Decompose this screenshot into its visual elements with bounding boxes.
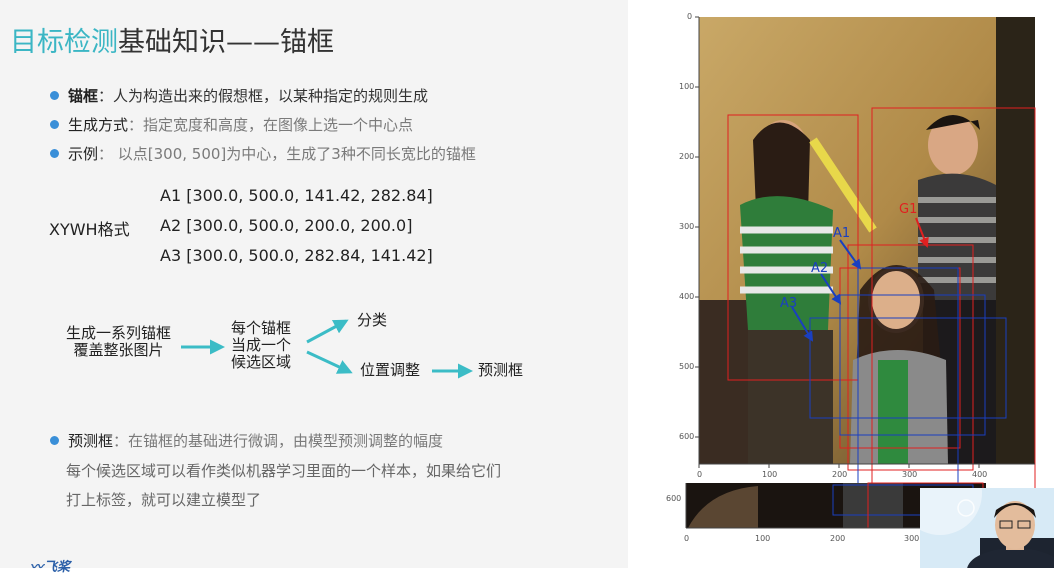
x-tick-label: 400 — [972, 470, 988, 479]
y-tick-label: 500 — [679, 362, 695, 371]
y-tick-label: 100 — [679, 82, 695, 91]
y-tick-label: 0 — [687, 12, 693, 21]
y-tick-label: 600 — [679, 432, 695, 441]
x-tick-label: 200 — [832, 470, 848, 479]
label-a1: A1 — [833, 226, 851, 241]
flow-arrow-up-icon — [306, 319, 349, 344]
presenter-avatar — [920, 488, 1054, 568]
bullet-key: 预测框 — [68, 432, 114, 450]
strip-x-tick-label: 200 — [830, 534, 846, 543]
y-tick-label: 400 — [679, 292, 695, 301]
y-tick-label: 300 — [679, 222, 695, 231]
strip-x-tick-label: 300 — [904, 534, 920, 543]
prediction-note-line2: 打上标签，就可以建立模型了 — [66, 491, 262, 509]
bullet-prediction-box: 预测框：在锚框的基础进行微调，由模型预测调整的幅度 — [50, 430, 443, 451]
x-tick-label: 0 — [697, 470, 703, 479]
slide-panel: 目标检测基础知识——锚框 锚框：人为构造出来的假想框，以某种指定的规则生成 生成… — [0, 0, 628, 575]
flow-arrows — [181, 319, 473, 379]
webcam-overlay — [920, 488, 1054, 568]
label-a3: A3 — [780, 296, 798, 311]
flow-arrow-down-icon — [306, 350, 353, 374]
x-tick-label: 300 — [902, 470, 918, 479]
bullet-dot-icon — [50, 436, 59, 445]
y-tick-label: 200 — [679, 152, 695, 161]
detection-figure: 0 100 200 300 400 500 600 0 100 200 300 … — [628, 0, 1054, 568]
strip-x-tick-label: 100 — [755, 534, 771, 543]
strip-x-tick-label: 0 — [684, 534, 690, 543]
label-g1: G1 — [899, 202, 918, 217]
strip-y-tick-label: 600 — [666, 494, 682, 503]
x-tick-label: 100 — [762, 470, 778, 479]
prediction-note-line1: 每个候选区域可以看作类似机器学习里面的一个样本，如果给它们 — [66, 462, 502, 480]
bullet-text: ：在锚框的基础进行微调，由模型预测调整的幅度 — [113, 432, 444, 450]
label-a2: A2 — [811, 261, 829, 276]
logo: 〰飞桨 — [30, 560, 71, 575]
